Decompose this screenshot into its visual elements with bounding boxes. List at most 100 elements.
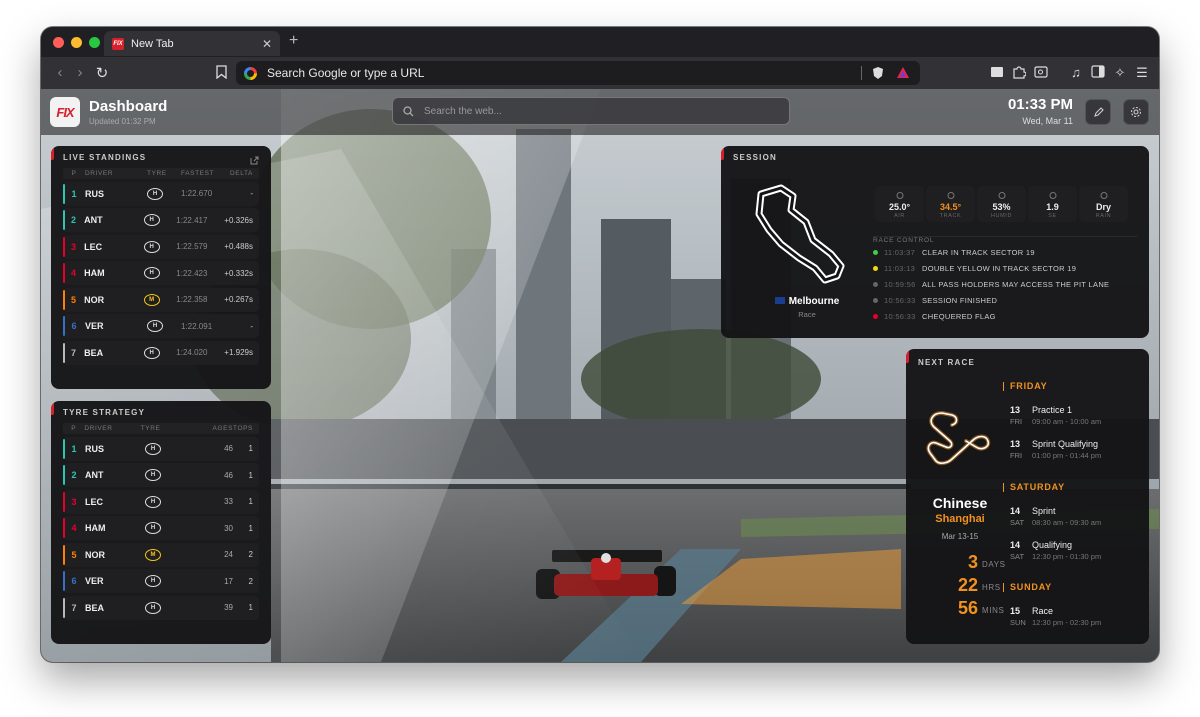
tyre-cell: H (143, 267, 177, 279)
open-external-icon[interactable] (250, 152, 259, 170)
col-tyre: TYRE (140, 425, 161, 432)
menu-icon[interactable]: ☰ (1134, 65, 1150, 81)
fastest-lap: 1:24.020 (176, 348, 208, 357)
reload-icon[interactable]: ↻ (93, 64, 111, 82)
driver-code: HAM (84, 268, 105, 278)
gap-delta: - (250, 321, 253, 331)
table-row[interactable]: 7 BEA H 1:24.020 +1.929s (63, 340, 259, 365)
fix-extension-icon[interactable] (989, 65, 1005, 81)
table-row[interactable]: 4 HAM H 30 1 (63, 516, 259, 540)
forward-icon[interactable]: › (71, 64, 89, 81)
event-name: Qualifying (1032, 540, 1073, 550)
col-stops: STOPS (228, 425, 253, 432)
sidebar-toggle-icon[interactable] (1090, 65, 1106, 81)
countdown-label: DAYS (982, 560, 1006, 569)
team-color-bar (63, 289, 65, 310)
status-dot (873, 297, 878, 303)
weather-value: 34.5° (939, 202, 962, 212)
tyre-compound-icon: H (145, 601, 161, 614)
new-tab-plus-icon[interactable]: + (289, 32, 298, 50)
table-row[interactable]: 5 NOR M 24 2 (63, 542, 259, 567)
weather-tile: 34.5° TRACK (926, 186, 975, 222)
live-standings-panel: LIVE STANDINGS P DRIVER TYRE FASTEST DEL… (51, 146, 271, 389)
table-row[interactable]: 5 NOR M 1:22.358 +0.267s (63, 287, 259, 312)
team-color-bar (63, 236, 65, 257)
edit-pencil-icon (1093, 106, 1104, 117)
schedule-event[interactable]: 14 Qualifying SAT 12:30 pm - 01:30 pm (1010, 540, 1101, 561)
team-color-bar (63, 438, 65, 459)
bookmark-icon[interactable] (213, 65, 229, 81)
weather-tile: Dry RAIN (1079, 186, 1128, 222)
table-row[interactable]: 2 ANT H 46 1 (63, 463, 259, 487)
close-window-button[interactable] (53, 37, 64, 48)
tyre-compound-icon: H (145, 495, 161, 508)
zoom-window-button[interactable] (89, 37, 100, 48)
weather-label: SE (1048, 213, 1057, 219)
col-age: AGE (212, 425, 229, 432)
minimize-window-button[interactable] (71, 37, 82, 48)
tyre-cell: H (143, 522, 193, 534)
table-row[interactable]: 6 VER H 1:22.091 - (63, 314, 259, 338)
event-name: Sprint (1032, 506, 1056, 516)
search-tabs-icon[interactable] (1033, 65, 1049, 81)
tyre-cell: H (147, 320, 181, 332)
tab-new-tab[interactable]: FIX New Tab ✕ (104, 31, 280, 56)
fastest-lap: 1:22.091 (181, 321, 213, 331)
address-bar[interactable]: Search Google or type a URL (236, 61, 920, 85)
event-time-line: FRI 01:00 pm - 01:44 pm (1010, 451, 1101, 460)
table-row[interactable]: 3 LEC H 33 1 (63, 489, 259, 514)
fix-logo: FIX (50, 97, 80, 127)
clock-time: 01:33 PM (1007, 96, 1073, 113)
schedule-event[interactable]: 15 Race SUN 12:30 pm - 02:30 pm (1010, 606, 1101, 627)
pit-stops: 2 (248, 576, 253, 586)
weather-label: TRACK (939, 213, 962, 219)
table-row[interactable]: 1 RUS H 1:22.670 - (63, 181, 259, 206)
back-icon[interactable]: ‹ (51, 64, 69, 81)
leo-ai-icon[interactable]: ✧ (1112, 65, 1128, 81)
tyre-compound-icon: H (147, 320, 163, 332)
tyre-cell: H (143, 214, 177, 226)
race-dates: Mar 13-15 (941, 532, 979, 541)
table-row[interactable]: 6 VER H 17 2 (63, 569, 259, 593)
countdown-unit: 22 HRS (906, 575, 1000, 596)
gap-delta: +0.488s (224, 242, 253, 251)
driver-code: HAM (85, 523, 106, 533)
session-type: Race (798, 310, 816, 319)
tyre-compound-icon: M (145, 548, 161, 561)
edit-button[interactable] (1085, 99, 1111, 125)
strategy-header: P DRIVER TYRE AGE STOPS (63, 423, 259, 434)
schedule-event[interactable]: 13 Sprint Qualifying FRI 01:00 pm - 01:44 p… (1010, 439, 1101, 460)
circuit-name: Melbourne (757, 296, 857, 307)
tyre-cell: H (143, 495, 193, 508)
brave-shield-icon[interactable] (872, 66, 884, 83)
tyre-cell: H (143, 601, 193, 614)
melbourne-track-map (755, 184, 845, 284)
brave-rewards-icon[interactable] (896, 66, 910, 82)
web-search-input[interactable]: Search the web... (392, 97, 790, 125)
settings-button[interactable] (1123, 99, 1149, 125)
tyre-age: 46 (224, 470, 233, 480)
media-music-icon[interactable]: ♫ (1068, 65, 1084, 81)
tyre-age: 46 (224, 444, 233, 453)
message-time: 10:56:33 (884, 311, 916, 321)
tyre-cell: H (143, 469, 193, 481)
race-control-title: RACE CONTROL (873, 236, 1137, 244)
race-control-message: 10:56:33 CHEQUERED FLAG (873, 308, 1137, 324)
table-row[interactable]: 7 BEA H 39 1 (63, 595, 259, 620)
table-row[interactable]: 1 RUS H 46 1 (63, 436, 259, 461)
team-color-bar (63, 342, 65, 363)
dashboard-page: FIX Dashboard Updated 01:32 PM Search th… (41, 89, 1159, 662)
table-row[interactable]: 4 HAM H 1:22.423 +0.332s (63, 261, 259, 285)
team-color-bar (63, 491, 65, 512)
close-tab-icon[interactable]: ✕ (262, 37, 272, 51)
extensions-puzzle-icon[interactable] (1011, 65, 1027, 81)
driver-code: LEC (84, 241, 103, 252)
event-time: 09:00 am - 10:00 am (1032, 417, 1102, 426)
driver-code: VER (85, 576, 104, 586)
table-row[interactable]: 3 LEC H 1:22.579 +0.488s (63, 234, 259, 259)
message-text: ALL PASS HOLDERS MAY ACCESS THE PIT LANE (922, 279, 1110, 289)
schedule-event[interactable]: 14 Sprint SAT 08:30 am - 09:30 am (1010, 506, 1101, 527)
table-row[interactable]: 2 ANT H 1:22.417 +0.326s (63, 208, 259, 232)
schedule-event[interactable]: 13 Practice 1 FRI 09:00 am - 10:00 am (1010, 405, 1101, 426)
col-tyre: TYRE (147, 170, 167, 177)
